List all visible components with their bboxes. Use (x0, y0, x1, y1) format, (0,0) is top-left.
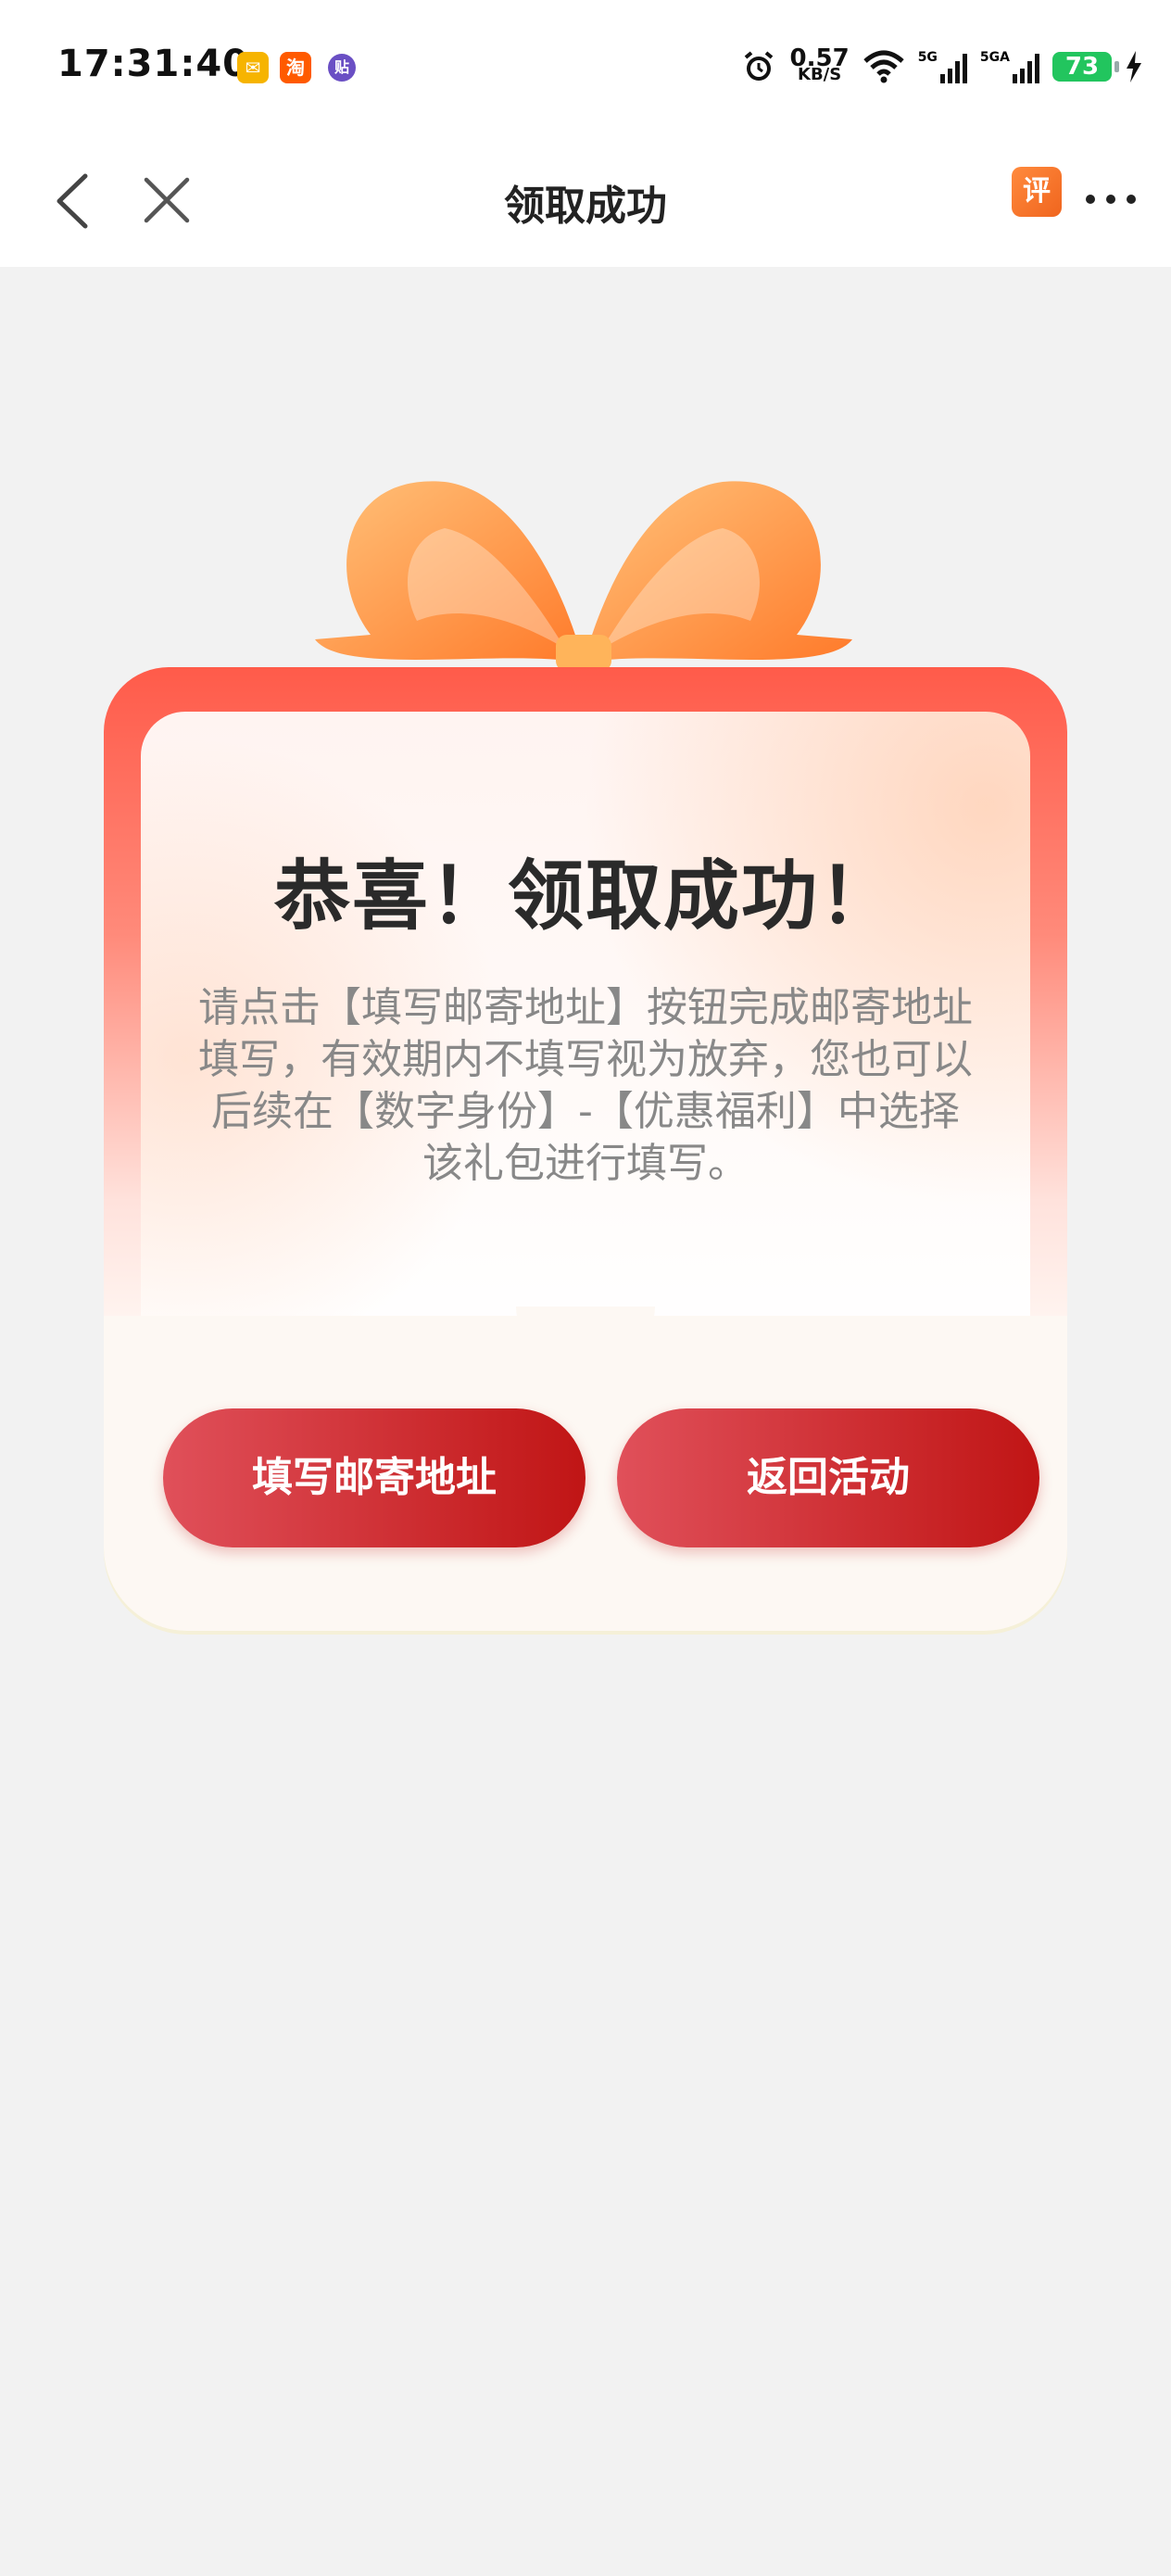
status-icons: 0.57 KB/S 5G 5GA 73 (740, 46, 1143, 87)
signal-5g-icon: 5G (918, 50, 967, 83)
net-speed: 0.57 KB/S (789, 44, 850, 84)
alarm-icon (744, 51, 773, 81)
more-menu-icon[interactable] (1084, 180, 1140, 217)
success-headline: 恭喜！领取成功！ (273, 852, 897, 941)
page-title: 领取成功 (504, 183, 667, 230)
charging-icon (1127, 51, 1141, 82)
battery-indicator: 73 (1052, 52, 1119, 82)
tieba-app-icon: 贴 (328, 54, 356, 82)
review-icon[interactable]: 评 (1012, 167, 1062, 217)
nav-bar: 领取成功 评 (0, 139, 1171, 267)
return-activity-button[interactable]: 返回活动 (617, 1408, 1039, 1547)
status-bar: 17:31:40 ✉ 淘 贴 0.57 KB/S 5G 5GA 73 (0, 0, 1171, 139)
signal-5ga-icon: 5GA (980, 50, 1039, 83)
success-card: 恭喜！领取成功！ 请点击【填写邮寄地址】按钮完成邮寄地址填写，有效期内不填写视为… (104, 667, 1067, 1631)
status-time: 17:31:40 (57, 43, 249, 85)
taobao-app-icon: 淘 (280, 52, 311, 83)
mail-app-icon: ✉ (237, 52, 269, 83)
wifi-icon (863, 50, 904, 83)
fill-address-button[interactable]: 填写邮寄地址 (163, 1408, 586, 1547)
success-description: 请点击【填写邮寄地址】按钮完成邮寄地址填写，有效期内不填写视为放弃，您也可以后续… (198, 984, 973, 1187)
gift-bow-icon (315, 481, 852, 672)
